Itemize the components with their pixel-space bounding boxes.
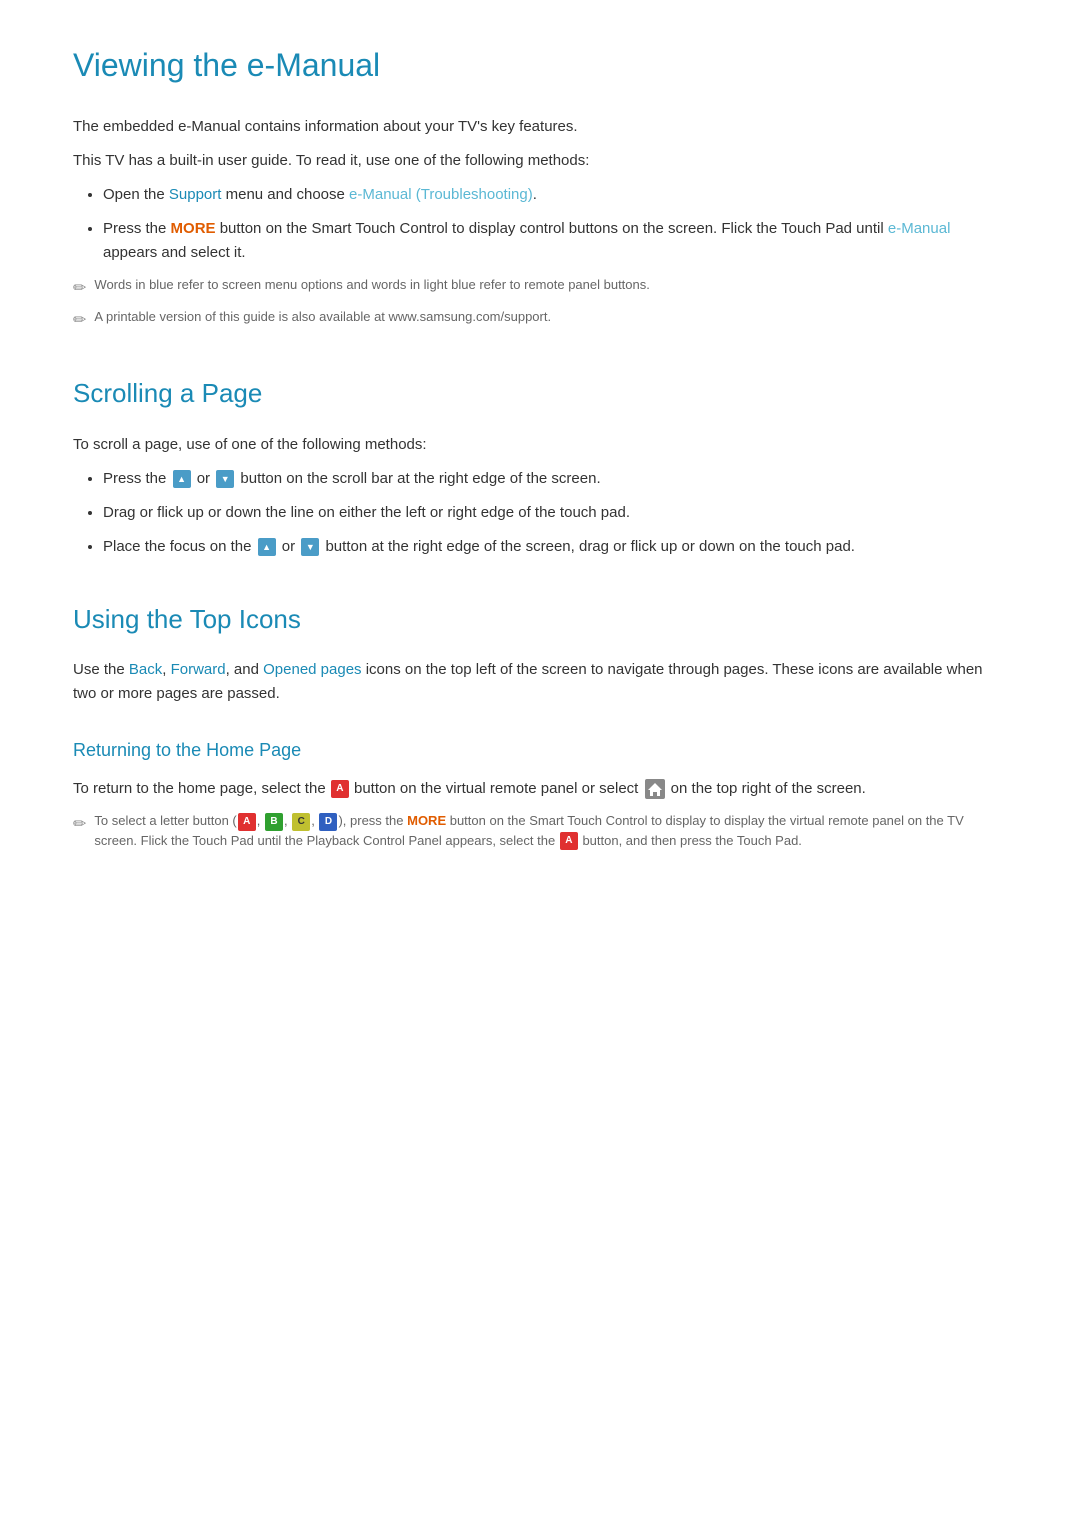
a-button-inline: A xyxy=(331,780,349,798)
scrolling-section-title: Scrolling a Page xyxy=(73,373,1007,415)
btn-d-note: D xyxy=(319,813,337,831)
home-note-sep2: , xyxy=(284,813,291,828)
home-note-sep1: , xyxy=(257,813,264,828)
home-note: ✏ To select a letter button (A, B, C, D)… xyxy=(73,811,1007,850)
emanual-troubleshooting-link: e-Manual (Troubleshooting) xyxy=(349,186,533,203)
home-mid: button on the virtual remote panel or se… xyxy=(350,780,643,797)
note-1: ✏ Words in blue refer to screen menu opt… xyxy=(73,275,1007,301)
note-1-text: Words in blue refer to screen menu optio… xyxy=(94,275,649,295)
intro-bullet-1: Open the Support menu and choose e-Manua… xyxy=(103,183,1007,207)
scroll-bullet-1: Press the ▲ or ▼ button on the scroll ba… xyxy=(103,467,1007,491)
top-icons-section-title: Using the Top Icons xyxy=(73,599,1007,641)
back-link: Back xyxy=(129,661,162,678)
intro-paragraph-1: The embedded e-Manual contains informati… xyxy=(73,115,1007,139)
bullet1-pre: Open the xyxy=(103,186,169,203)
intro-paragraph-2: This TV has a built-in user guide. To re… xyxy=(73,149,1007,173)
arrow-up-btn-2: ▲ xyxy=(258,538,276,556)
scrolling-intro: To scroll a page, use of one of the foll… xyxy=(73,433,1007,457)
home-end: on the top right of the screen. xyxy=(671,780,866,797)
home-page-section-title: Returning to the Home Page xyxy=(73,736,1007,765)
top-icons-paragraph: Use the Back, Forward, and Opened pages … xyxy=(73,658,1007,706)
intro-bullet-2: Press the MORE button on the Smart Touch… xyxy=(103,217,1007,265)
forward-link: Forward xyxy=(171,661,226,678)
scroll-b1-or: or xyxy=(193,470,215,487)
bullet1-end: . xyxy=(533,186,537,203)
scroll-b3-end: button at the right edge of the screen, … xyxy=(321,538,855,555)
home-page-paragraph: To return to the home page, select the A… xyxy=(73,777,1007,801)
home-pre: To return to the home page, select the xyxy=(73,780,330,797)
emanual-link: e-Manual xyxy=(888,220,951,237)
pencil-icon-2: ✏ xyxy=(73,309,86,333)
home-note-sep3: , xyxy=(311,813,318,828)
bullet2-pre: Press the xyxy=(103,220,171,237)
home-note-final: button, and then press the Touch Pad. xyxy=(579,833,802,848)
opened-pages-link: Opened pages xyxy=(263,661,361,678)
scroll-b1-end: button on the scroll bar at the right ed… xyxy=(236,470,600,487)
arrow-down-btn: ▼ xyxy=(216,470,234,488)
pencil-icon-1: ✏ xyxy=(73,277,86,301)
note-2-text: A printable version of this guide is als… xyxy=(94,307,551,327)
bullet1-mid: menu and choose xyxy=(221,186,349,203)
top-icons-comma2: , and xyxy=(226,661,264,678)
btn-b-note: B xyxy=(265,813,283,831)
btn-c-note: C xyxy=(292,813,310,831)
scroll-bullet-3: Place the focus on the ▲ or ▼ button at … xyxy=(103,535,1007,559)
arrow-up-btn: ▲ xyxy=(173,470,191,488)
btn-a-note: A xyxy=(238,813,256,831)
btn-a-note-2: A xyxy=(560,832,578,850)
home-note-pre: To select a letter button ( xyxy=(94,813,236,828)
home-icon xyxy=(645,779,665,799)
support-link: Support xyxy=(169,186,222,203)
top-icons-pre: Use the xyxy=(73,661,129,678)
pencil-icon-3: ✏ xyxy=(73,813,86,837)
page-title: Viewing the e-Manual xyxy=(73,40,1007,91)
scroll-bullet-2: Drag or flick up or down the line on eit… xyxy=(103,501,1007,525)
scroll-b3-pre: Place the focus on the xyxy=(103,538,256,555)
arrow-down-btn-2: ▼ xyxy=(301,538,319,556)
home-note-mid: ), press the xyxy=(338,813,407,828)
scrolling-bullet-list: Press the ▲ or ▼ button on the scroll ba… xyxy=(103,467,1007,559)
bullet2-end: appears and select it. xyxy=(103,244,246,261)
more-button-label: MORE xyxy=(171,220,216,237)
note-2: ✏ A printable version of this guide is a… xyxy=(73,307,1007,333)
top-icons-comma1: , xyxy=(162,661,170,678)
bullet2-mid: button on the Smart Touch Control to dis… xyxy=(216,220,888,237)
intro-bullet-list: Open the Support menu and choose e-Manua… xyxy=(103,183,1007,265)
home-note-text: To select a letter button (A, B, C, D), … xyxy=(94,811,1007,850)
scroll-b3-or: or xyxy=(278,538,300,555)
home-note-more: MORE xyxy=(407,813,446,828)
scroll-b1-pre: Press the xyxy=(103,470,171,487)
